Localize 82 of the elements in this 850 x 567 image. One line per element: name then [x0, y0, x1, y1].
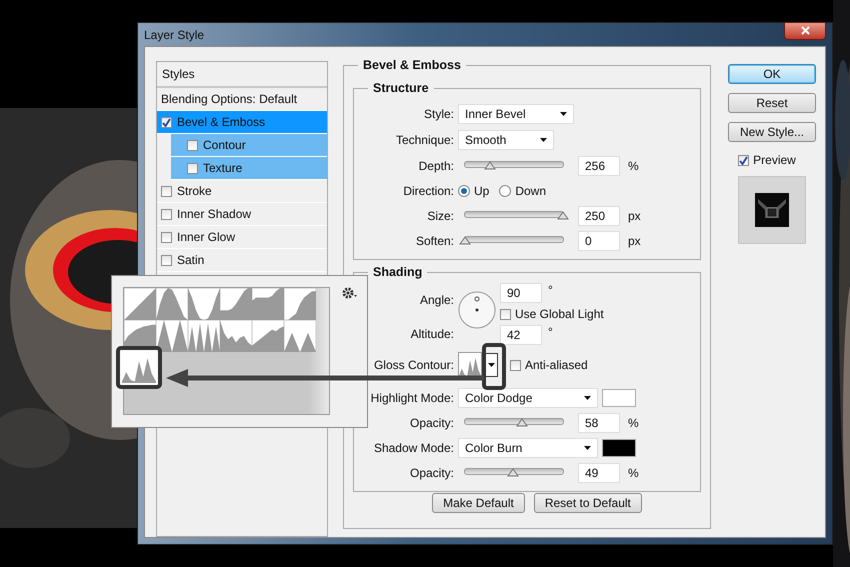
style-list-item[interactable]: Contour — [171, 134, 327, 157]
unit-label: % — [628, 416, 639, 430]
field-label: Opacity: — [408, 466, 454, 480]
highlight-frame — [482, 343, 506, 390]
unit-label: ° — [548, 283, 553, 297]
button[interactable]: Make Default — [432, 493, 525, 513]
close-icon — [800, 26, 810, 35]
checkbox[interactable] — [187, 140, 198, 150]
caret-icon — [584, 446, 591, 450]
number-field[interactable]: 49 — [578, 462, 620, 482]
style-list-item[interactable]: Inner Glow — [157, 226, 327, 249]
style-list-item[interactable]: Inner Shadow — [157, 203, 327, 226]
checkbox[interactable] — [161, 186, 172, 196]
checkmark-icon — [162, 118, 171, 126]
number-field[interactable]: 0 — [578, 230, 620, 250]
checkbox-option[interactable]: Preview — [738, 153, 796, 167]
number-field[interactable]: 256 — [578, 156, 620, 176]
dropdown[interactable]: Color Burn — [458, 438, 598, 458]
dropdown[interactable]: Color Dodge — [458, 388, 598, 408]
contour-preset[interactable] — [156, 320, 188, 352]
settings-icon[interactable] — [342, 287, 358, 299]
field-label: Depth: — [418, 158, 454, 172]
button[interactable]: Reset — [728, 93, 816, 113]
unit-label: px — [628, 234, 641, 248]
field-label: Altitude: — [410, 327, 454, 343]
contour-preview[interactable] — [458, 352, 482, 378]
slider-thumb[interactable] — [557, 210, 569, 220]
style-preview-icon — [755, 193, 789, 227]
field-label: Style: — [422, 107, 454, 121]
field-label: Angle: — [418, 293, 454, 307]
field-label: Gloss Contour: — [372, 358, 454, 372]
radio-option[interactable]: Up — [458, 184, 490, 198]
checkbox-option[interactable]: Use Global Light — [500, 307, 604, 321]
angle-dial[interactable] — [458, 291, 496, 329]
style-list-item[interactable]: Bevel & Emboss — [157, 111, 327, 134]
slider-thumb[interactable] — [484, 160, 496, 170]
ok-button[interactable]: OK — [728, 64, 816, 84]
caret-icon — [488, 363, 494, 367]
style-list-item[interactable]: Texture — [171, 157, 327, 180]
section-title: Structure — [368, 81, 434, 95]
button[interactable]: Reset to Default — [534, 493, 642, 513]
field-label: Direction: — [402, 184, 454, 198]
number-field[interactable]: 90 — [500, 283, 542, 303]
close-button[interactable] — [784, 22, 826, 40]
checkbox[interactable] — [161, 116, 172, 128]
number-field[interactable]: 58 — [578, 412, 620, 432]
dropdown[interactable]: Inner Bevel — [458, 104, 574, 124]
checkbox[interactable] — [187, 162, 198, 174]
unit-label: px — [628, 208, 641, 222]
style-list-item[interactable]: Satin — [157, 249, 327, 272]
window-title: Layer Style — [144, 28, 204, 42]
unit-label: ° — [548, 325, 553, 339]
field-label: Shadow Mode: — [372, 440, 454, 454]
radio-option[interactable]: Down — [499, 184, 546, 198]
field-label: Opacity: — [408, 416, 454, 430]
caret-icon — [560, 112, 567, 116]
checkbox[interactable] — [161, 208, 172, 220]
field-label: Highlight Mode: — [370, 390, 454, 404]
caret-icon — [584, 396, 591, 400]
slider-thumb[interactable] — [516, 418, 528, 426]
button[interactable]: New Style... — [728, 122, 816, 142]
checkbox[interactable] — [161, 232, 172, 242]
field-label: Size: — [426, 208, 454, 222]
list-header: Styles — [162, 67, 195, 81]
number-field[interactable]: 250 — [578, 206, 620, 226]
caret-icon — [540, 138, 547, 142]
style-list-item[interactable]: Stroke — [157, 180, 327, 203]
color-swatch[interactable] — [602, 438, 636, 456]
section-title: Shading — [368, 265, 428, 279]
checkmark-icon — [739, 156, 748, 164]
unit-label: % — [628, 158, 639, 172]
checkbox[interactable] — [161, 254, 172, 266]
unit-label: % — [628, 466, 639, 480]
slider-thumb[interactable] — [459, 236, 471, 244]
field-label: Soften: — [414, 234, 454, 248]
checkbox-option[interactable]: Anti-aliased — [510, 358, 588, 372]
number-field[interactable]: 42 — [500, 325, 542, 345]
dropdown[interactable]: Smooth — [458, 130, 554, 150]
section-title: Bevel & Emboss — [358, 58, 466, 72]
slider-thumb[interactable] — [507, 468, 520, 476]
field-label: Technique: — [394, 133, 454, 147]
color-swatch[interactable] — [602, 388, 636, 406]
